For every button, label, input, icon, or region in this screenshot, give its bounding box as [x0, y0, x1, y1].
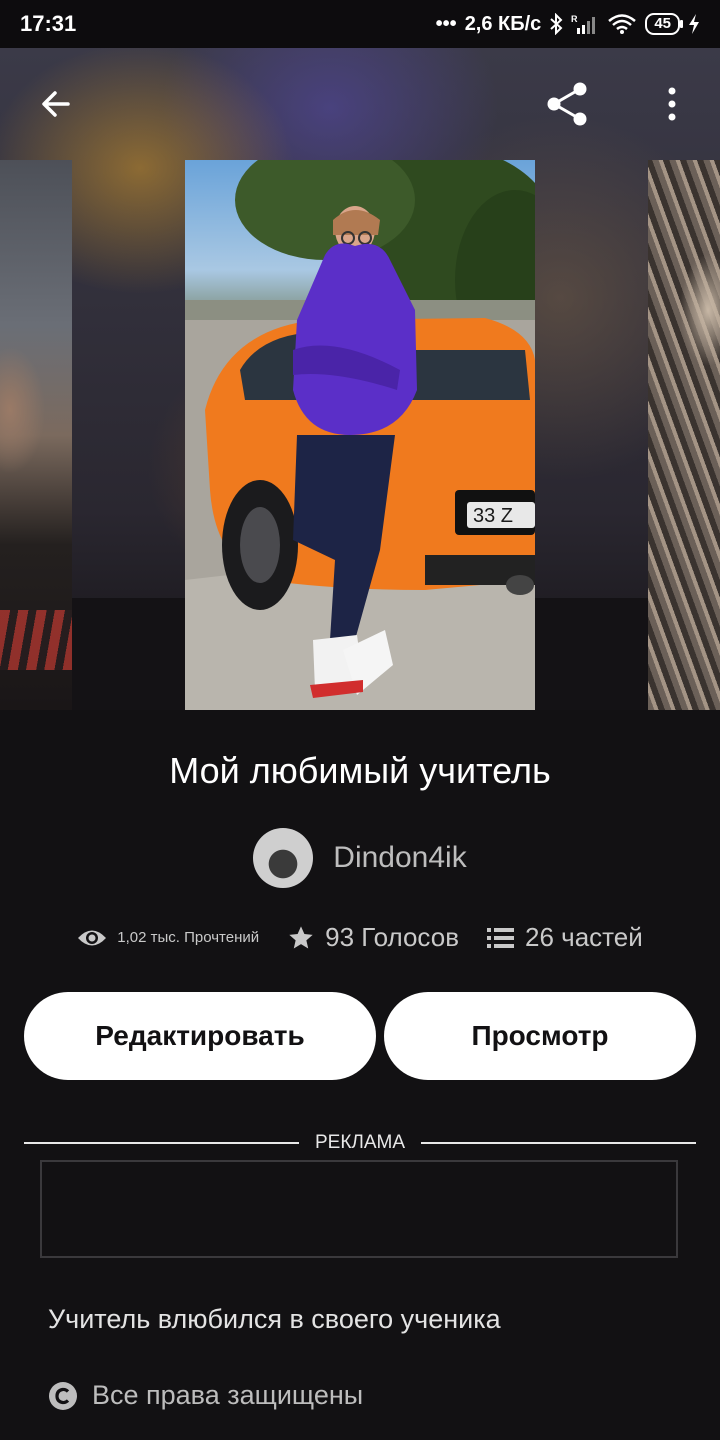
- author-name[interactable]: Dindon4ik: [333, 841, 466, 875]
- share-icon: [547, 82, 587, 126]
- next-cover[interactable]: [648, 160, 720, 710]
- reads-stat: 1,02 тыс. Прочтений: [77, 927, 259, 949]
- status-time: 17:31: [20, 11, 77, 36]
- share-button[interactable]: [543, 80, 591, 128]
- votes-count: 93 Голосов: [325, 922, 459, 952]
- story-cover: 33 Z: [185, 160, 535, 710]
- ad-header: РЕКЛАМА: [24, 1132, 696, 1154]
- charging-icon: [689, 14, 699, 34]
- license-plate-text: 33 Z: [473, 505, 513, 527]
- more-vertical-icon: [668, 87, 676, 121]
- divider: [421, 1142, 696, 1144]
- previous-cover[interactable]: [0, 160, 72, 710]
- author-avatar[interactable]: [253, 828, 314, 888]
- votes-stat: 93 Голосов: [287, 922, 459, 953]
- bluetooth-icon: [550, 13, 563, 35]
- arrow-left-icon: [42, 91, 70, 117]
- svg-text:R: R: [571, 14, 578, 24]
- ad-placeholder[interactable]: [40, 1160, 678, 1258]
- shirt-print: [0, 610, 72, 670]
- list-icon: [487, 927, 514, 948]
- network-speed: 2,6 КБ/с: [464, 12, 542, 35]
- copyright-text: Все права защищены: [92, 1380, 364, 1410]
- story-description: Учитель влюбился в своего ученика: [48, 1304, 501, 1334]
- reads-count: 1,02 тыс. Прочтений: [117, 929, 260, 946]
- parts-count: 26 частей: [525, 922, 643, 952]
- parts-stat: 26 частей: [487, 922, 643, 953]
- divider: [24, 1142, 299, 1144]
- status-icons: ••• 2,6 КБ/с R 45: [436, 13, 700, 36]
- edit-button[interactable]: Редактировать: [24, 992, 376, 1080]
- author-row[interactable]: Dindon4ik: [0, 828, 720, 888]
- view-button[interactable]: Просмотр: [384, 992, 696, 1080]
- eye-icon: [78, 930, 107, 945]
- cover-header: 33 Z: [0, 48, 720, 710]
- back-button[interactable]: [32, 80, 80, 128]
- star-icon: [289, 925, 313, 948]
- battery-icon: 45: [645, 13, 683, 35]
- more-options-button[interactable]: [648, 80, 696, 128]
- wifi-icon: [608, 14, 637, 34]
- cover-illustration: 33 Z: [185, 160, 535, 710]
- copyright-row: Все права защищены: [48, 1380, 363, 1411]
- status-bar: 17:31 ••• 2,6 КБ/с R 45: [0, 0, 720, 48]
- more-dots-icon: •••: [435, 12, 457, 35]
- signal-icon: R: [571, 14, 596, 34]
- story-stats: 1,02 тыс. Прочтений 93 Голосов 26 частей: [0, 922, 720, 953]
- story-title: Мой любимый учитель: [169, 750, 551, 791]
- ad-label: РЕКЛАМА: [314, 1132, 406, 1153]
- copyright-icon: [49, 1381, 77, 1410]
